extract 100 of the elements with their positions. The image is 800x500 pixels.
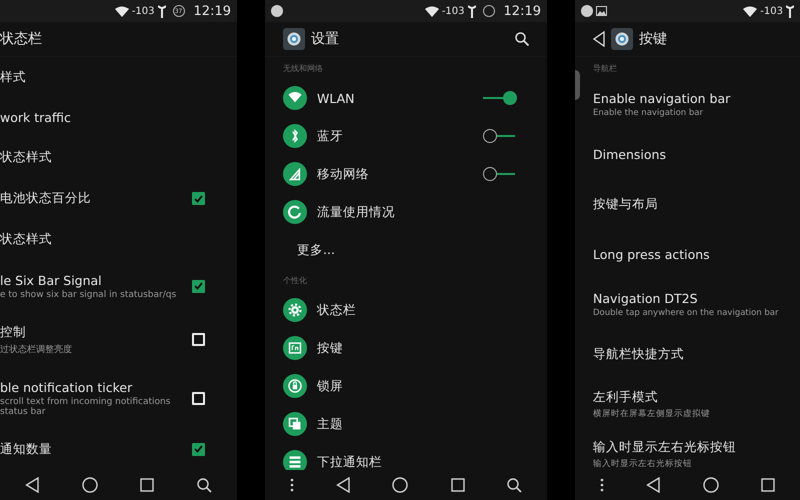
settings-item[interactable]: Navigation DT2S Double tap anywhere on the navigation bar — [575, 279, 800, 329]
item-summary: Double tap anywhere on the navigation bar — [593, 308, 780, 318]
item-title: 蓝牙 — [317, 128, 344, 144]
section-header: 导航栏 — [593, 64, 617, 73]
signal-icon — [283, 162, 307, 186]
item-title: 控制 — [0, 324, 27, 341]
settings-item[interactable]: Long press actions — [575, 229, 800, 279]
item-title: 锁屏 — [317, 378, 344, 394]
settings-item[interactable]: 移动网络 — [265, 155, 547, 193]
item-title: work traffic — [0, 110, 72, 126]
lock-icon — [283, 374, 307, 398]
item-title: 导航栏快捷方式 — [593, 346, 685, 362]
wifi-icon — [743, 6, 758, 16]
item-summary: 过状态栏调整亮度 — [0, 344, 73, 356]
recents-icon[interactable] — [450, 478, 465, 492]
item-title: 左利手模式 — [593, 388, 659, 406]
back-icon[interactable] — [593, 31, 605, 47]
item-title: le Six Bar Signal — [0, 272, 103, 288]
checkbox[interactable] — [192, 442, 205, 456]
keyboard-icon — [283, 336, 307, 360]
settings-item[interactable]: 主题 — [265, 405, 547, 443]
home-icon[interactable] — [392, 477, 408, 493]
signal-strength: -103 — [442, 6, 465, 16]
settings-item[interactable]: Dimensions — [575, 129, 800, 179]
item-summary: Enable the navigation bar — [593, 108, 704, 118]
section-header: 无线和网络 — [283, 64, 323, 73]
menu-icon[interactable] — [600, 478, 604, 492]
home-icon[interactable] — [82, 477, 98, 493]
drawer-handle[interactable] — [575, 70, 580, 100]
settings-item[interactable]: 左利手模式 横屏时在屏幕左侧显示虚拟键 — [575, 379, 800, 429]
recents-icon[interactable] — [760, 478, 775, 492]
item-title: 状态样式 — [0, 231, 53, 248]
settings-item[interactable]: WLAN — [265, 79, 547, 117]
settings-item[interactable]: ble notification ticker scroll text from incoming notifications status bar — [0, 380, 237, 417]
item-title: 输入时显示左右光标按钮 — [593, 438, 737, 456]
settings-item[interactable]: le Six Bar Signal e to show six bar signal in statusbar/qs — [0, 272, 237, 300]
bluetooth-icon — [283, 124, 307, 148]
settings-item[interactable]: 状态样式 — [0, 149, 237, 166]
settings-app-icon — [283, 28, 305, 50]
menu-icon[interactable] — [290, 478, 294, 492]
notification-dot-icon — [581, 5, 593, 17]
item-title: 主题 — [317, 416, 344, 432]
back-icon[interactable] — [646, 477, 660, 493]
checkbox[interactable] — [192, 280, 205, 293]
settings-item[interactable]: Enable navigation bar Enable the navigation bar — [575, 79, 800, 129]
item-title: Long press actions — [593, 246, 711, 262]
image-icon — [596, 6, 607, 16]
toggle-switch[interactable] — [483, 91, 517, 105]
settings-item[interactable]: 按键 — [265, 329, 547, 367]
settings-item[interactable]: 控制 过状态栏调整亮度 — [0, 324, 237, 356]
item-title: 样式 — [0, 69, 27, 86]
item-title: 移动网络 — [317, 166, 370, 182]
squares-icon — [283, 412, 307, 436]
search-icon[interactable] — [515, 32, 529, 46]
settings-item[interactable]: 按键与布局 — [575, 179, 800, 229]
wifi-icon — [114, 6, 129, 16]
item-title: 电池状态百分比 — [0, 190, 92, 208]
back-icon[interactable] — [25, 477, 40, 493]
signal-strength: -103 — [760, 6, 783, 16]
item-title: ble notification ticker — [0, 380, 134, 395]
home-icon[interactable] — [702, 477, 719, 493]
item-title: 下拉通知栏 — [317, 454, 383, 470]
settings-item[interactable]: 电池状态百分比 — [0, 190, 237, 208]
section-header: 个性化 — [283, 276, 307, 285]
screen-title: 设置 — [311, 30, 339, 48]
toggle-switch[interactable] — [483, 129, 517, 143]
settings-item[interactable]: 锁屏 — [265, 367, 547, 405]
item-summary: scroll text from incoming notifications status bar — [0, 396, 172, 417]
settings-item[interactable]: 状态样式 — [0, 231, 237, 248]
checkbox[interactable] — [192, 192, 205, 206]
settings-item[interactable]: 样式 — [0, 69, 237, 86]
wifi-icon — [283, 86, 307, 110]
search-icon[interactable] — [506, 478, 522, 492]
item-title: 流量使用情况 — [317, 204, 396, 220]
settings-item[interactable]: work traffic — [0, 110, 237, 126]
signal-icon — [158, 4, 166, 18]
refresh-icon — [283, 200, 307, 224]
toggle-switch[interactable] — [483, 167, 517, 181]
settings-item[interactable]: 流量使用情况 — [265, 193, 547, 231]
item-summary: 输入时显示左右光标按钮 — [593, 458, 693, 470]
signal-icon — [786, 4, 794, 18]
settings-item[interactable]: 更多... — [265, 231, 547, 269]
settings-app-icon — [611, 28, 633, 50]
back-icon[interactable] — [336, 477, 350, 493]
search-icon[interactable] — [196, 478, 212, 492]
wifi-icon — [424, 6, 439, 16]
item-title: Navigation DT2S — [593, 290, 699, 306]
item-title: 状态样式 — [0, 149, 53, 166]
signal-strength: -103 — [132, 6, 155, 16]
notification-dot-icon — [271, 5, 283, 17]
clock: 12:19 — [504, 4, 541, 18]
item-title: WLAN — [317, 90, 356, 106]
item-title: 通知数量 — [0, 440, 53, 458]
signal-icon — [468, 4, 476, 18]
settings-item[interactable]: 蓝牙 — [265, 117, 547, 155]
settings-item[interactable]: 导航栏快捷方式 — [575, 329, 800, 379]
item-summary: 横屏时在屏幕左侧显示虚拟键 — [593, 408, 711, 420]
settings-item[interactable]: 状态栏 — [265, 291, 547, 329]
recents-icon[interactable] — [140, 478, 154, 492]
settings-item[interactable]: 通知数量 — [0, 440, 237, 458]
